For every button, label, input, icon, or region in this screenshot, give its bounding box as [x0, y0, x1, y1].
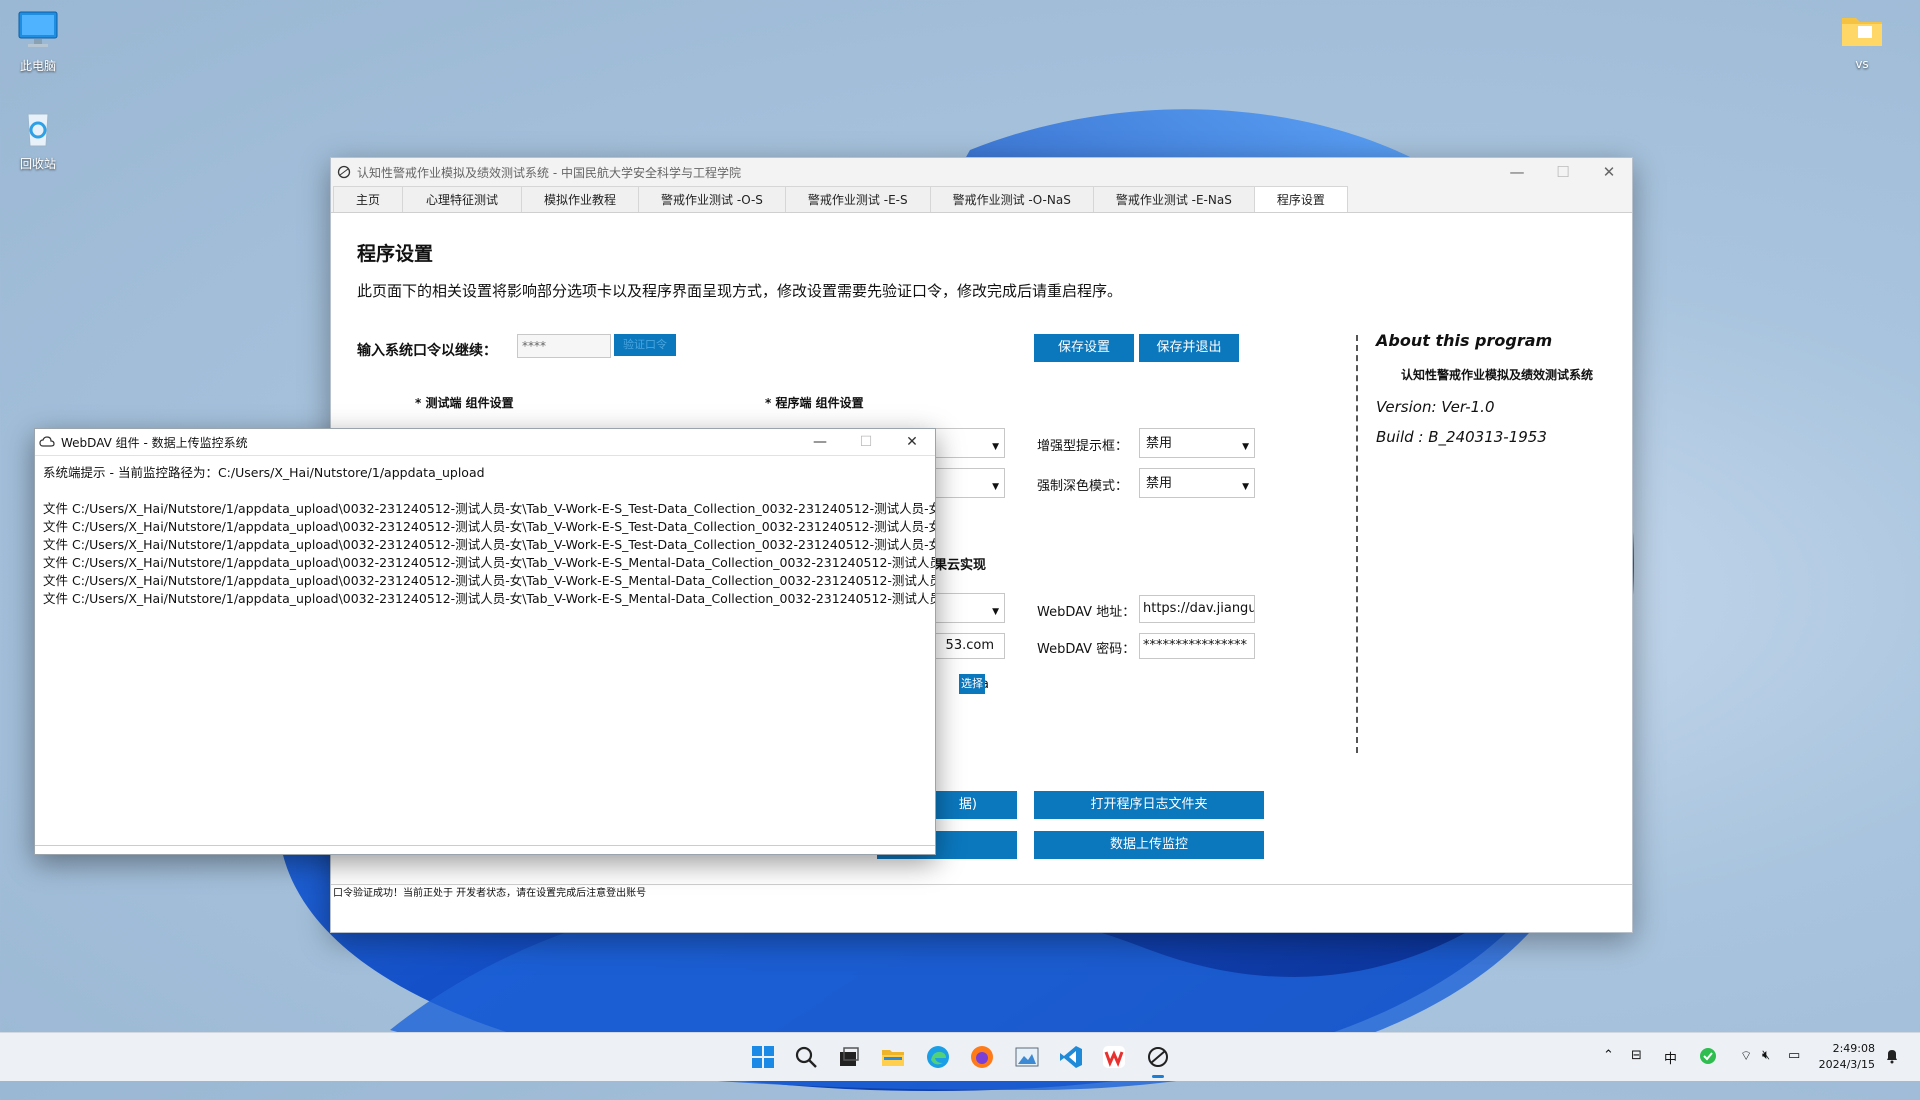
main-window-title: 认知性警戒作业模拟及绩效测试系统 - 中国民航大学安全科学与工程学院	[357, 165, 741, 180]
data-button-label: 据)	[958, 797, 977, 812]
tab-home[interactable]: 主页	[333, 186, 404, 212]
clock[interactable]: 2:49:08 2024/3/15	[1815, 1041, 1875, 1073]
task-view-icon[interactable]	[836, 1044, 862, 1070]
tab-test-enas[interactable]: 警戒作业测试 -E-NaS	[1092, 186, 1255, 212]
close-icon[interactable]: ✕	[1586, 158, 1632, 186]
log-line: 文件 C:/Users/X_Hai/Nutstore/1/appdata_upl…	[43, 555, 935, 570]
folder-icon	[1842, 18, 1882, 46]
wps-icon[interactable]	[1101, 1044, 1127, 1070]
maximize-icon[interactable]: ☐	[1540, 158, 1586, 186]
edge-icon[interactable]	[925, 1044, 951, 1070]
network-share-icon[interactable]: ⊟	[1631, 1048, 1642, 1063]
minimize-icon[interactable]: —	[1494, 158, 1540, 186]
app-taskbar-icon[interactable]	[1145, 1044, 1171, 1070]
notification-bell-icon[interactable]	[1884, 1048, 1900, 1064]
save-button[interactable]: 保存设置	[1034, 334, 1134, 362]
chevron-up-icon[interactable]: ⌃	[1603, 1048, 1614, 1063]
webdav-window-title: WebDAV 组件 - 数据上传监控系统	[61, 435, 248, 450]
about-divider	[1356, 335, 1358, 753]
maximize-icon[interactable]: ☐	[843, 429, 889, 455]
log-line: 系统端提示 - 当前监控路径为：C:/Users/X_Hai/Nutstore/…	[43, 465, 485, 480]
minimize-icon[interactable]: —	[797, 429, 843, 455]
enhanced-prompt-value: 禁用	[1146, 436, 1173, 451]
desktop-icon-this-pc[interactable]: 此电脑	[0, 10, 76, 74]
cloud-icon	[39, 436, 55, 447]
about-version: Version: Ver-1.0	[1376, 398, 1495, 416]
log-line: 文件 C:/Users/X_Hai/Nutstore/1/appdata_upl…	[43, 501, 935, 516]
tab-bar: 主页 心理特征测试 模拟作业教程 警戒作业测试 -O-S 警戒作业测试 -E-S…	[331, 186, 1632, 213]
start-icon[interactable]	[750, 1044, 776, 1070]
file-explorer-icon[interactable]	[880, 1044, 906, 1070]
webdav-pwd-input[interactable]: ****************	[1139, 633, 1255, 659]
page-description: 此页面下的相关设置将影响部分选项卡以及程序界面呈现方式，修改设置需要先验证口令，…	[357, 282, 1123, 300]
webdav-titlebar[interactable]: WebDAV 组件 - 数据上传监控系统 — ☐ ✕	[35, 429, 935, 455]
desktop-icon-recycle-bin[interactable]: 回收站	[0, 108, 76, 172]
dark-mode-select[interactable]: 禁用 ▼	[1139, 468, 1255, 498]
tab-test-onas[interactable]: 警戒作业测试 -O-NaS	[929, 186, 1094, 212]
cloud-section-fragment: 果云实现	[934, 558, 987, 573]
vscode-icon[interactable]	[1058, 1044, 1084, 1070]
upload-monitor-button[interactable]: 数据上传监控	[1034, 831, 1264, 859]
tab-test-os[interactable]: 警戒作业测试 -O-S	[638, 186, 786, 212]
enhanced-prompt-label: 增强型提示框：	[1037, 439, 1129, 454]
ime-indicator[interactable]: 中	[1664, 1048, 1677, 1067]
status-bar: 口令验证成功！当前正处于 开发者状态，请在设置完成后注意登出账号	[331, 884, 1632, 903]
desktop-icon-vs-folder[interactable]: vs	[1824, 10, 1900, 71]
battery-icon[interactable]: ▭	[1788, 1048, 1800, 1063]
chevron-down-icon: ▼	[1242, 482, 1249, 492]
photos-icon[interactable]	[1014, 1044, 1040, 1070]
main-titlebar[interactable]: 认知性警戒作业模拟及绩效测试系统 - 中国民航大学安全科学与工程学院 — ☐ ✕	[331, 158, 1632, 186]
tab-test-es[interactable]: 警戒作业测试 -E-S	[784, 186, 931, 212]
dark-mode-value: 禁用	[1146, 476, 1173, 491]
verify-button[interactable]: 验证口令	[614, 334, 676, 356]
tab-settings[interactable]: 程序设置	[1253, 186, 1348, 212]
clock-time: 2:49:08	[1832, 1042, 1875, 1055]
page-title: 程序设置	[357, 243, 434, 265]
webdav-addr-input[interactable]: https://dav.jianguo	[1139, 595, 1255, 623]
active-app-indicator	[1152, 1075, 1164, 1078]
about-name: 认知性警戒作业模拟及绩效测试系统	[1401, 368, 1594, 382]
tab-tutorial[interactable]: 模拟作业教程	[521, 186, 640, 212]
password-input[interactable]: ****	[517, 334, 611, 358]
desktop-icon-label: vs	[1855, 57, 1869, 71]
wechat-icon[interactable]	[1699, 1047, 1717, 1065]
webdav-addr-label: WebDAV 地址：	[1037, 605, 1136, 620]
section-program: * 程序端 组件设置	[765, 396, 864, 410]
search-icon[interactable]	[793, 1044, 819, 1070]
app-icon	[337, 165, 351, 179]
webdav-log-area[interactable]: 系统端提示 - 当前监控路径为：C:/Users/X_Hai/Nutstore/…	[35, 455, 935, 846]
close-icon[interactable]: ✕	[889, 429, 935, 455]
log-line: 文件 C:/Users/X_Hai/Nutstore/1/appdata_upl…	[43, 519, 935, 534]
desktop-icon-label: 回收站	[19, 157, 56, 171]
firefox-icon[interactable]	[969, 1044, 995, 1070]
log-line: 文件 C:/Users/X_Hai/Nutstore/1/appdata_upl…	[43, 573, 935, 588]
about-build: Build : B_240313-1953	[1376, 428, 1547, 446]
tab-psych[interactable]: 心理特征测试	[402, 186, 523, 212]
desktop-icon-label: 此电脑	[19, 59, 56, 73]
enhanced-prompt-select[interactable]: 禁用 ▼	[1139, 428, 1255, 458]
email-value: 53.com	[945, 638, 994, 653]
webdav-window: WebDAV 组件 - 数据上传监控系统 — ☐ ✕ 系统端提示 - 当前监控路…	[34, 428, 936, 855]
volume-muted-icon[interactable]: 🔇︎	[1762, 1048, 1770, 1063]
taskbar: ⌃ ⊟ 中 ⌔ 🔇︎ ▭ 2:49:08 2024/3/15	[0, 1032, 1920, 1081]
open-log-folder-button[interactable]: 打开程序日志文件夹	[1034, 791, 1264, 819]
log-line: 文件 C:/Users/X_Hai/Nutstore/1/appdata_upl…	[43, 591, 935, 606]
save-exit-button[interactable]: 保存并退出	[1139, 334, 1239, 362]
choose-button[interactable]: 选择	[959, 674, 985, 694]
section-tester: * 测试端 组件设置	[415, 396, 514, 410]
dark-mode-label: 强制深色模式：	[1037, 479, 1129, 494]
chevron-down-icon: ▼	[1242, 442, 1249, 452]
password-label: 输入系统口令以继续：	[357, 343, 497, 359]
wifi-icon[interactable]: ⌔	[1740, 1048, 1752, 1064]
about-heading: About this program	[1376, 331, 1553, 350]
webdav-pwd-label: WebDAV 密码：	[1037, 642, 1136, 657]
clock-date: 2024/3/15	[1818, 1058, 1875, 1071]
log-line: 文件 C:/Users/X_Hai/Nutstore/1/appdata_upl…	[43, 537, 935, 552]
recycle-bin-icon	[27, 113, 49, 147]
monitor-icon	[18, 11, 58, 47]
